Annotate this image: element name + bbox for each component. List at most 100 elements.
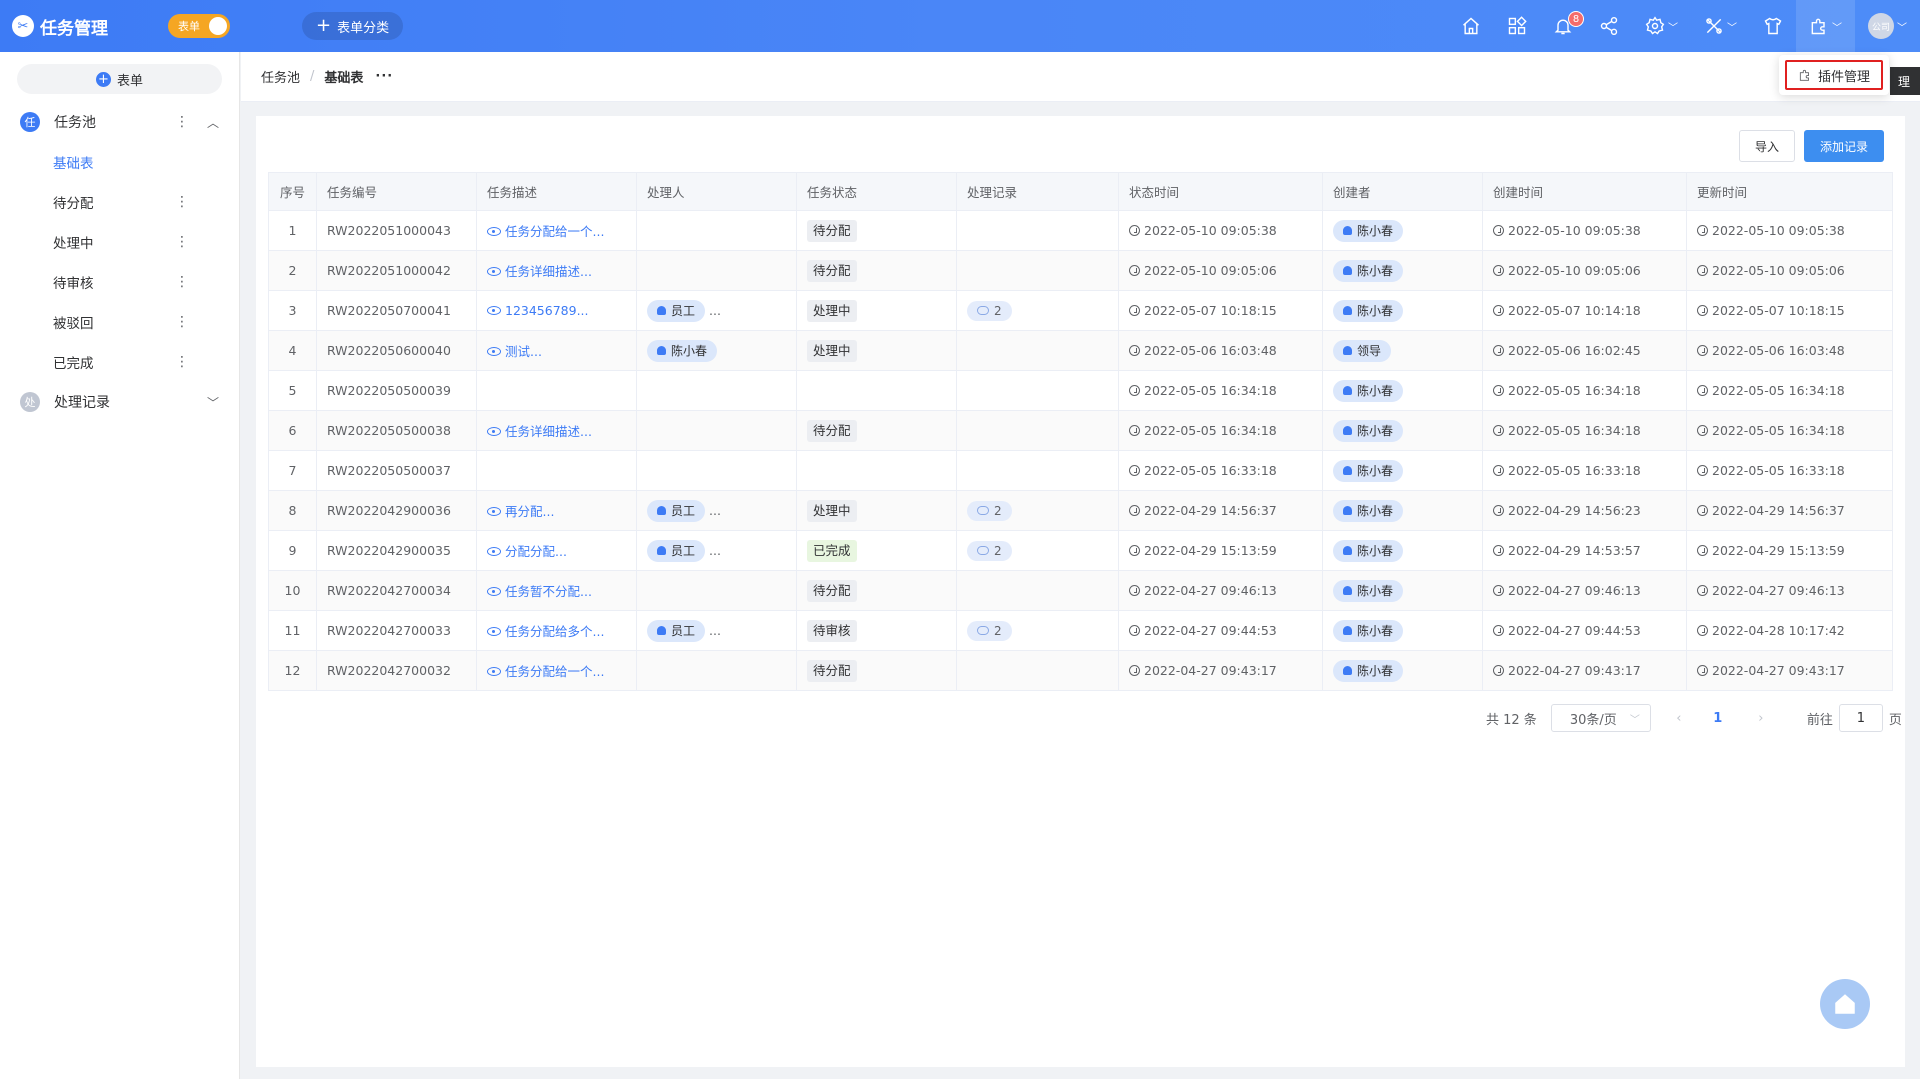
brand[interactable]: ✂ 任务管理: [12, 14, 108, 39]
user-menu-button[interactable]: 公司 ﹀: [1855, 0, 1920, 52]
cell-description[interactable]: 任务详细描述...: [476, 250, 637, 291]
table-row[interactable]: 6 RW2022050500038 任务详细描述... 待分配 2022-05-05 1…: [268, 410, 1893, 451]
sidebar-item-basic-table[interactable]: 基础表: [0, 142, 239, 182]
description-link[interactable]: 分配分配...: [487, 544, 567, 559]
cell-handler: 员工...: [636, 490, 797, 531]
table-row[interactable]: 4 RW2022050600040 测试... 陈小春 处理中 2022-05-06 16…: [268, 330, 1893, 371]
notifications-button[interactable]: 8: [1540, 0, 1586, 52]
app-title: 任务管理: [40, 18, 108, 39]
records-chip[interactable]: 2: [967, 620, 1012, 641]
form-category-button[interactable]: + 表单分类: [302, 12, 404, 40]
description-link[interactable]: 任务暂不分配...: [487, 584, 592, 599]
cell-description[interactable]: 测试...: [476, 330, 637, 371]
table-row[interactable]: 2 RW2022051000042 任务详细描述... 待分配 2022-05-10 0…: [268, 250, 1893, 291]
plugin-management-item[interactable]: 插件管理: [1785, 60, 1883, 90]
more-vertical-icon[interactable]: ⋮: [175, 234, 189, 250]
chevron-up-icon[interactable]: ︿: [207, 114, 219, 131]
table-header-row: 序号 任务编号 任务描述 处理人 任务状态 处理记录 状态时间 创建者 创建时间…: [268, 172, 1893, 211]
cell-creator: 陈小春: [1322, 290, 1483, 331]
cell-description[interactable]: 任务暂不分配...: [476, 570, 637, 611]
more-vertical-icon[interactable]: ⋮: [175, 274, 189, 290]
table-row[interactable]: 10 RW2022042700034 任务暂不分配... 待分配 2022-04-27 …: [268, 570, 1893, 611]
sidebar-item-completed[interactable]: 已完成 ⋮: [0, 342, 239, 382]
col-header: 任务描述: [476, 172, 637, 211]
next-page-icon[interactable]: ›: [1745, 711, 1777, 726]
table-row[interactable]: 3 RW2022050700041 123456789... 员工... 处理中 2 202…: [268, 290, 1893, 331]
add-record-button[interactable]: 添加记录: [1804, 130, 1884, 162]
cell-description[interactable]: 任务分配给一个...: [476, 650, 637, 691]
cell-description[interactable]: 任务分配给一个...: [476, 210, 637, 251]
description-link[interactable]: 测试...: [487, 344, 542, 359]
table-row[interactable]: 5 RW2022050500039 2022-05-05 16:34:18 陈小春 20…: [268, 370, 1893, 411]
share-button[interactable]: [1586, 0, 1632, 52]
more-vertical-icon[interactable]: ⋮: [175, 314, 189, 330]
cell-description[interactable]: 分配分配...: [476, 530, 637, 571]
add-form-button[interactable]: + 表单: [17, 64, 222, 94]
table-body: 1 RW2022051000043 任务分配给一个... 待分配 2022-05-10 …: [268, 210, 1893, 691]
description-link[interactable]: 任务详细描述...: [487, 264, 592, 279]
user-icon: [1343, 346, 1352, 355]
sidebar-item-to-assign[interactable]: 待分配 ⋮: [0, 182, 239, 222]
cell-description[interactable]: 任务分配给多个...: [476, 610, 637, 651]
clock-icon: [1129, 345, 1140, 356]
cell-description[interactable]: 123456789...: [476, 290, 637, 331]
updated-time-text: 2022-04-27 09:46:13: [1712, 583, 1845, 598]
table-row[interactable]: 1 RW2022051000043 任务分配给一个... 待分配 2022-05-10 …: [268, 210, 1893, 251]
records-chip[interactable]: 2: [967, 300, 1012, 321]
table-row[interactable]: 11 RW2022042700033 任务分配给多个... 员工... 待审核 2 2022…: [268, 610, 1893, 651]
cell-status: 待分配: [796, 570, 957, 611]
table-row[interactable]: 12 RW2022042700032 任务分配给一个... 待分配 2022-04-27…: [268, 650, 1893, 691]
table-row[interactable]: 9 RW2022042900035 分配分配... 员工... 已完成 2 2022-04-…: [268, 530, 1893, 571]
description-link[interactable]: 任务分配给多个...: [487, 624, 604, 639]
page-number[interactable]: 1: [1703, 711, 1733, 726]
page-size-value: 30条/页: [1569, 712, 1617, 728]
theme-button[interactable]: [1750, 0, 1796, 52]
pagination: 共 12 条 30条/页 ﹀ ‹ 1 › 前往 1 页: [1486, 704, 1902, 732]
table-row[interactable]: 7 RW2022050500037 2022-05-05 16:33:18 陈小春 20…: [268, 450, 1893, 491]
cell-description[interactable]: 任务详细描述...: [476, 410, 637, 451]
sidebar-item-processing[interactable]: 处理中 ⋮: [0, 222, 239, 262]
tools-button[interactable]: ﹀: [1691, 0, 1750, 52]
created-time-text: 2022-04-27 09:43:17: [1508, 663, 1641, 678]
description-link[interactable]: 再分配...: [487, 504, 554, 519]
goto-page-input[interactable]: 1: [1838, 704, 1883, 732]
cell-handler: [636, 450, 797, 491]
sidebar-item-rejected[interactable]: 被驳回 ⋮: [0, 302, 239, 342]
cell-creator: 陈小春: [1322, 250, 1483, 291]
creator-name: 陈小春: [1357, 624, 1394, 638]
cell-description[interactable]: 再分配...: [476, 490, 637, 531]
clock-icon: [1129, 265, 1140, 276]
more-horizontal-icon[interactable]: ···: [375, 69, 393, 84]
chevron-down-icon[interactable]: ﹀: [207, 394, 219, 411]
sidebar-item-to-review[interactable]: 待审核 ⋮: [0, 262, 239, 302]
records-chip[interactable]: 2: [967, 540, 1012, 561]
table-row[interactable]: 8 RW2022042900036 再分配... 员工... 处理中 2 2022-04-2…: [268, 490, 1893, 531]
breadcrumb-root[interactable]: 任务池: [261, 67, 300, 86]
settings-button[interactable]: ﹀: [1632, 0, 1691, 52]
clock-icon: [1697, 465, 1708, 476]
floating-home-button[interactable]: [1820, 979, 1870, 1029]
plugin-button[interactable]: ﹀: [1796, 0, 1855, 52]
sidebar-group-process-records[interactable]: 处 处理记录 ﹀: [0, 382, 239, 422]
cell-task-id: RW2022042900035: [316, 530, 477, 571]
cell-records: [956, 570, 1119, 611]
page-size-select[interactable]: 30条/页 ﹀: [1550, 704, 1651, 732]
description-link[interactable]: 任务分配给一个...: [487, 224, 604, 239]
more-vertical-icon[interactable]: ⋮: [175, 194, 189, 210]
import-button[interactable]: 导入: [1739, 130, 1795, 162]
more-vertical-icon[interactable]: ⋮: [175, 354, 189, 370]
records-count: 2: [994, 623, 1002, 638]
records-chip[interactable]: 2: [967, 500, 1012, 521]
description-link[interactable]: 任务分配给一个...: [487, 664, 604, 679]
sidebar-group-task-pool[interactable]: 任 任务池 ⋮ ︿: [0, 102, 239, 142]
form-mode-toggle[interactable]: 表单: [168, 14, 230, 38]
pagination-total: 共 12 条: [1486, 712, 1537, 728]
cell-status-time: 2022-05-07 10:18:15: [1118, 290, 1323, 331]
cell-no: 8: [268, 490, 317, 531]
description-link[interactable]: 123456789...: [487, 303, 589, 318]
home-button[interactable]: [1448, 0, 1494, 52]
apps-button[interactable]: [1494, 0, 1540, 52]
more-vertical-icon[interactable]: ⋮: [175, 114, 189, 130]
prev-page-icon[interactable]: ‹: [1663, 711, 1695, 726]
description-link[interactable]: 任务详细描述...: [487, 424, 592, 439]
